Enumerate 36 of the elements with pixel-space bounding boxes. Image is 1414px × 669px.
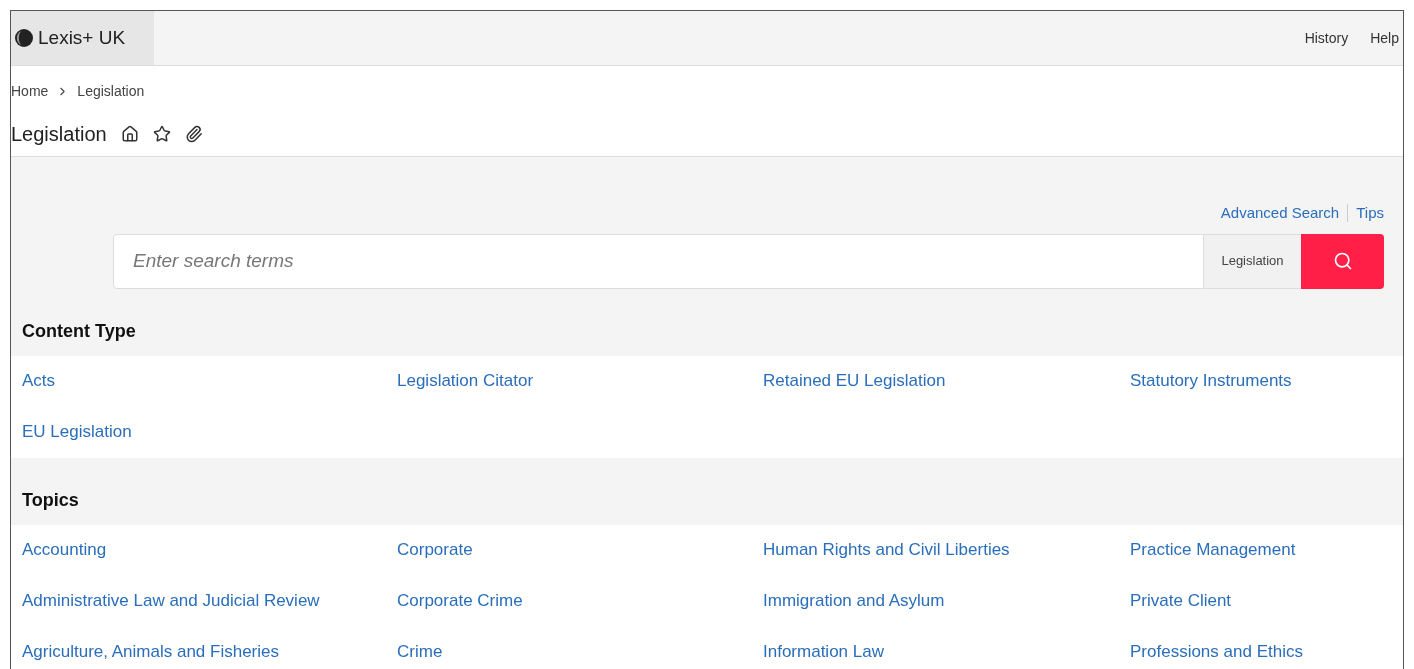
paperclip-icon[interactable] [184, 125, 203, 143]
logo-text: Lexis+ UK [38, 25, 126, 50]
category-link[interactable]: Human Rights and Civil Liberties [763, 537, 1010, 563]
category-link[interactable]: Professions and Ethics [1130, 639, 1303, 665]
category-link[interactable]: Private Client [1130, 588, 1232, 614]
search-icon [1332, 251, 1353, 271]
section-heading: Topics [21, 488, 80, 512]
category-link[interactable]: Information Law [763, 639, 884, 665]
category-link[interactable]: Accounting [22, 537, 107, 563]
advanced-search-link[interactable]: Advanced Search [1220, 202, 1340, 225]
home-icon[interactable] [120, 125, 139, 143]
category-link[interactable]: Corporate Crime [397, 588, 523, 614]
search-button[interactable] [1301, 233, 1384, 289]
star-icon[interactable] [152, 125, 171, 143]
breadcrumb-current: Legislation [77, 82, 145, 101]
breadcrumb-link[interactable]: Home [11, 81, 49, 102]
category-link[interactable]: Corporate [397, 537, 473, 563]
logo-icon [14, 28, 34, 48]
category-link[interactable]: Acts [22, 368, 56, 394]
nav-link[interactable]: History [1304, 27, 1349, 49]
nav-link[interactable]: Help [1370, 27, 1399, 49]
section-heading: Content Type [21, 319, 137, 343]
scope-button[interactable]: Legislation [1204, 233, 1301, 289]
category-link[interactable]: Administrative Law and Judicial Review [22, 588, 320, 614]
tips-link[interactable]: Tips [1356, 202, 1384, 225]
category-link[interactable]: EU Legislation [22, 419, 132, 445]
category-link[interactable]: Retained EU Legislation [763, 368, 946, 394]
category-link[interactable]: Practice Management [1130, 537, 1296, 563]
category-link[interactable]: Statutory Instruments [1130, 368, 1292, 394]
logo[interactable]: Lexis+ UK [11, 11, 154, 65]
category-link[interactable]: Legislation Citator [397, 368, 534, 394]
search-field[interactable]: Enter search terms [113, 233, 1204, 289]
category-link[interactable]: Agriculture, Animals and Fisheries [22, 639, 279, 665]
category-link[interactable]: Immigration and Asylum [763, 588, 945, 614]
page-title: Legislation [11, 122, 107, 147]
category-link[interactable]: Crime [397, 639, 443, 665]
